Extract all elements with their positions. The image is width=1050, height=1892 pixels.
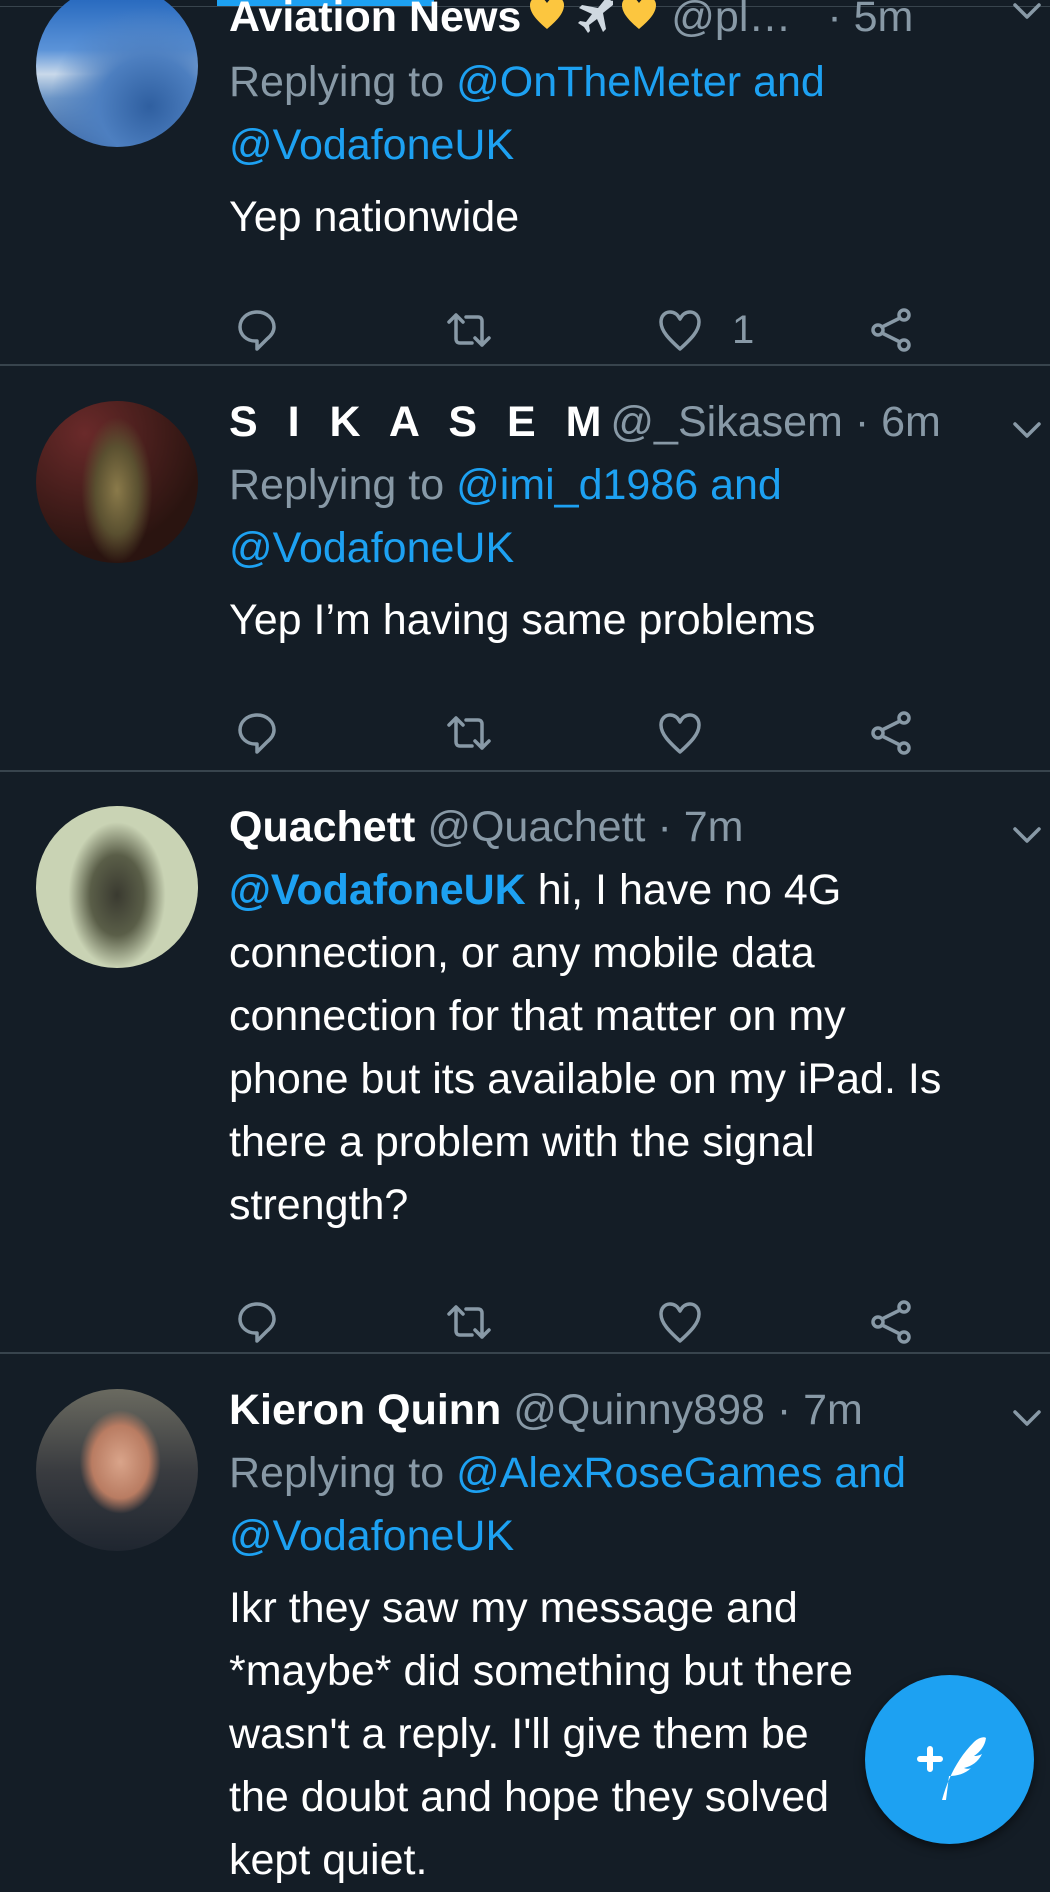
divider <box>0 1352 1050 1354</box>
tweet-text: connection for that matter on my <box>229 992 846 1040</box>
handle[interactable]: @Quachett <box>427 803 645 851</box>
divider <box>0 364 1050 366</box>
retweet-icon[interactable] <box>444 1297 494 1347</box>
compose-tweet-button[interactable] <box>865 1675 1034 1844</box>
retweet-icon[interactable] <box>444 305 494 355</box>
replying-label: Replying to <box>229 461 445 509</box>
display-name[interactable]: Aviation News <box>229 0 521 41</box>
tweet-text: Yep nationwide <box>229 193 520 242</box>
tweet-actions <box>229 708 1030 768</box>
replying-mentions[interactable]: @OnTheMeter and <box>456 58 825 106</box>
replying-mention[interactable]: @VodafoneUK <box>229 1505 1030 1568</box>
avatar[interactable] <box>36 0 198 147</box>
avatar[interactable] <box>36 806 198 968</box>
tweet-text: connection, or any mobile data <box>229 929 815 977</box>
replying-label: Replying to <box>229 58 445 107</box>
reply-icon[interactable] <box>232 305 282 355</box>
yellow-heart-icon <box>527 0 567 51</box>
handle[interactable]: @pl… <box>671 0 791 41</box>
handle[interactable]: @_Sikasem <box>610 398 842 446</box>
timestamp[interactable]: · 6m <box>855 398 941 446</box>
timestamp[interactable]: · 5m <box>827 0 913 41</box>
replying-label: Replying to <box>229 1449 445 1497</box>
timestamp[interactable]: · 7m <box>777 1386 863 1434</box>
tweet-text: there a problem with the signal <box>229 1118 815 1166</box>
share-icon[interactable] <box>866 708 916 758</box>
airplane-icon <box>573 0 615 51</box>
yellow-heart-icon <box>619 0 659 51</box>
reply-icon[interactable] <box>232 708 282 758</box>
replying-mentions[interactable]: @AlexRoseGames and <box>456 1449 906 1497</box>
avatar[interactable] <box>36 401 198 563</box>
like-icon[interactable] <box>655 305 705 355</box>
divider <box>0 770 1050 772</box>
display-name[interactable]: Quachett <box>229 803 415 851</box>
tweet-text: strength? <box>229 1181 409 1229</box>
compose-tweet-icon <box>917 1737 986 1800</box>
reply-icon[interactable] <box>232 1297 282 1347</box>
tweet-actions: 1 <box>229 305 1030 365</box>
share-icon[interactable] <box>866 305 916 355</box>
like-icon[interactable] <box>655 708 705 758</box>
mention-link[interactable]: @VodafoneUK <box>229 866 526 914</box>
like-icon[interactable] <box>655 1297 705 1347</box>
avatar[interactable] <box>36 1389 198 1551</box>
tweet-text: Yep I’m having same problems <box>229 596 816 644</box>
display-name[interactable]: Kieron Quinn <box>229 1386 501 1434</box>
tweet-text: phone but its available on my iPad. Is <box>229 1055 942 1103</box>
retweet-icon[interactable] <box>444 708 494 758</box>
replying-mention[interactable]: @VodafoneUK <box>229 517 1030 580</box>
tweet-actions <box>229 1297 1030 1357</box>
tweet-text: Ikr they saw my message and <box>229 1584 798 1632</box>
display-name[interactable]: S I K A S E M <box>229 398 610 446</box>
tweet-text: hi, I have no 4G <box>525 866 842 914</box>
replying-mention[interactable]: @VodafoneUK <box>229 114 1030 177</box>
share-icon[interactable] <box>866 1297 916 1347</box>
handle[interactable]: @Quinny898 <box>513 1386 765 1434</box>
replying-mentions[interactable]: @imi_d1986 and <box>456 461 782 509</box>
like-count: 1 <box>732 308 755 353</box>
timestamp[interactable]: · 7m <box>657 803 743 851</box>
